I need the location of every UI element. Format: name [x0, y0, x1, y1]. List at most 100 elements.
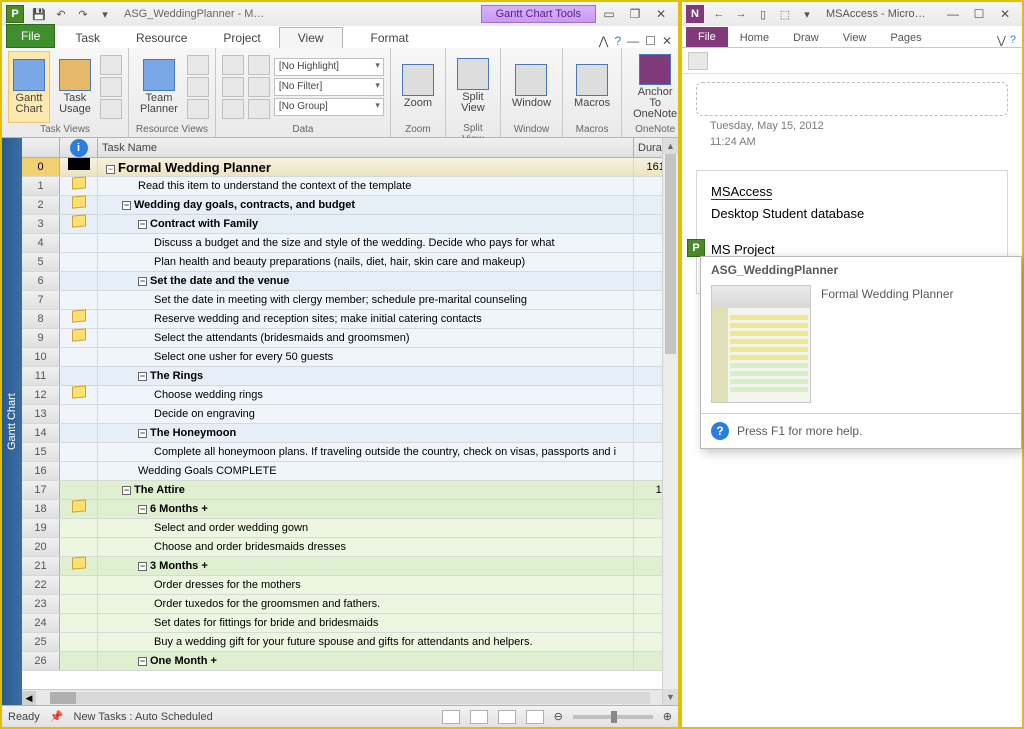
mdi-restore-icon[interactable]: ❐: [622, 5, 648, 23]
win-minimize-icon[interactable]: —: [627, 34, 639, 48]
on-ribbon-min-icon[interactable]: ⋁: [997, 34, 1006, 47]
table-row[interactable]: 23Order tuxedos for the groomsmen and fa…: [22, 595, 678, 614]
team-planner-button[interactable]: TeamPlanner: [135, 51, 183, 123]
win-close-icon[interactable]: ✕: [662, 34, 672, 48]
filter-icon[interactable]: [248, 77, 270, 97]
on-minimize-icon[interactable]: —: [940, 5, 966, 23]
vscroll-down-icon[interactable]: ▼: [663, 689, 678, 705]
table-row[interactable]: 19Select and order wedding gown: [22, 519, 678, 538]
table-row[interactable]: 3−Contract with Family2: [22, 215, 678, 234]
mdi-minimize-icon[interactable]: ▭: [596, 5, 622, 23]
row-number[interactable]: 17: [22, 481, 60, 499]
row-number[interactable]: 1: [22, 177, 60, 195]
on-forward-icon[interactable]: →: [731, 5, 751, 23]
outline-toggle-icon[interactable]: −: [138, 220, 147, 229]
row-number[interactable]: 9: [22, 329, 60, 347]
qat-save-icon[interactable]: 💾: [29, 5, 49, 23]
task-cell[interactable]: Reserve wedding and reception sites; mak…: [98, 310, 634, 328]
task-cell[interactable]: −The Honeymoon: [98, 424, 634, 442]
outline-toggle-icon[interactable]: −: [106, 165, 115, 174]
table-row[interactable]: 5Plan health and beauty preparations (na…: [22, 253, 678, 272]
resource-tab[interactable]: Resource: [118, 28, 205, 48]
table-row[interactable]: 11−The Rings2: [22, 367, 678, 386]
outline-toggle-icon[interactable]: −: [138, 562, 147, 571]
table-row[interactable]: 10 Select one usher for every 50 guests: [22, 348, 678, 367]
table-row[interactable]: 16Wedding Goals COMPLETE: [22, 462, 678, 481]
outline-toggle-icon[interactable]: −: [138, 429, 147, 438]
row-number[interactable]: 25: [22, 633, 60, 651]
table-row[interactable]: 22Order dresses for the mothers: [22, 576, 678, 595]
col-rownum[interactable]: [22, 138, 60, 157]
col-task-name[interactable]: Task Name: [98, 138, 634, 157]
row-number[interactable]: 15: [22, 443, 60, 461]
statusbar-view-1[interactable]: [442, 710, 460, 724]
help-icon[interactable]: ?: [614, 34, 621, 48]
row-number[interactable]: 11: [22, 367, 60, 385]
table-row[interactable]: 9 Select the attendants (bridesmaids and …: [22, 329, 678, 348]
split-view-button[interactable]: SplitView: [452, 50, 494, 122]
task-tab[interactable]: Task: [57, 28, 118, 48]
note-line-1[interactable]: MSAccess: [711, 184, 772, 200]
row-number[interactable]: 0: [22, 158, 60, 176]
ribbon-minimize-icon[interactable]: ⋀: [599, 34, 609, 48]
on-help-icon[interactable]: ?: [1010, 34, 1016, 47]
qat-customize-icon[interactable]: ▾: [95, 5, 115, 23]
table-row[interactable]: 26−One Month +: [22, 652, 678, 671]
row-number[interactable]: 26: [22, 652, 60, 670]
task-cell[interactable]: Plan health and beauty preparations (nai…: [98, 253, 634, 271]
on-maximize-icon[interactable]: ☐: [966, 5, 992, 23]
resview-small-2[interactable]: [187, 77, 209, 97]
project-tab[interactable]: Project: [205, 28, 278, 48]
task-cell[interactable]: −3 Months +: [98, 557, 634, 575]
vertical-scrollbar[interactable]: ▲ ▼: [662, 138, 678, 705]
task-cell[interactable]: Select and order wedding gown: [98, 519, 634, 537]
table-row[interactable]: 15Complete all honeymoon plans. If trave…: [22, 443, 678, 462]
on-dock-icon[interactable]: ▯: [753, 5, 773, 23]
task-cell[interactable]: −Wedding day goals, contracts, and budge…: [98, 196, 634, 214]
task-cell[interactable]: Read this item to understand the context…: [98, 177, 634, 195]
table-row[interactable]: 20Choose and order bridesmaids dresses: [22, 538, 678, 557]
task-cell[interactable]: Set the date in meeting with clergy memb…: [98, 291, 634, 309]
on-draw-tab[interactable]: Draw: [781, 29, 831, 47]
table-row[interactable]: 2−Wedding day goals, contracts, and budg…: [22, 196, 678, 215]
row-number[interactable]: 21: [22, 557, 60, 575]
linked-note-icon[interactable]: [688, 52, 708, 70]
task-cell[interactable]: Wedding Goals COMPLETE: [98, 462, 634, 480]
status-newtasks-icon[interactable]: 📌: [50, 710, 64, 723]
table-row[interactable]: 18−6 Months +: [22, 500, 678, 519]
group-combo[interactable]: [No Group]: [274, 98, 384, 116]
note-line-3[interactable]: MS Project: [711, 242, 775, 257]
outline-toggle-icon[interactable]: −: [138, 657, 147, 666]
on-customize-icon[interactable]: ▾: [797, 5, 817, 23]
mdi-close-icon[interactable]: ✕: [648, 5, 674, 23]
zoom-out-icon[interactable]: ⊖: [554, 710, 563, 723]
table-row[interactable]: 12Choose wedding rings: [22, 386, 678, 405]
table-row[interactable]: 14−The Honeymoon: [22, 424, 678, 443]
row-number[interactable]: 24: [22, 614, 60, 632]
outline-toggle-icon[interactable]: −: [122, 201, 131, 210]
format-tab[interactable]: Format: [353, 28, 427, 48]
table-row[interactable]: 8Reserve wedding and reception sites; ma…: [22, 310, 678, 329]
statusbar-view-4[interactable]: [526, 710, 544, 724]
row-number[interactable]: 10: [22, 348, 60, 366]
on-file-tab[interactable]: File: [686, 27, 728, 47]
table-row[interactable]: 1 Read this item to understand the contex…: [22, 177, 678, 196]
vscroll-up-icon[interactable]: ▲: [663, 138, 678, 154]
resview-small-1[interactable]: [187, 55, 209, 75]
task-cell[interactable]: Select one usher for every 50 guests: [98, 348, 634, 366]
gantt-chart-button[interactable]: GanttChart: [8, 51, 50, 123]
table-row[interactable]: 4Discuss a budget and the size and style…: [22, 234, 678, 253]
tables-button[interactable]: [222, 99, 244, 119]
row-number[interactable]: 22: [22, 576, 60, 594]
row-number[interactable]: 4: [22, 234, 60, 252]
task-cell[interactable]: −The Rings: [98, 367, 634, 385]
task-cell[interactable]: Set dates for fittings for bride and bri…: [98, 614, 634, 632]
on-view-tab[interactable]: View: [831, 29, 879, 47]
page-title-box[interactable]: [696, 82, 1008, 116]
grid-rows[interactable]: 0−Formal Wedding Planner161 d1Read this …: [22, 158, 678, 689]
status-newtasks[interactable]: New Tasks : Auto Scheduled: [74, 711, 213, 723]
task-cell[interactable]: Select the attendants (bridesmaids and g…: [98, 329, 634, 347]
row-number[interactable]: 7: [22, 291, 60, 309]
on-back-icon[interactable]: ←: [709, 5, 729, 23]
table-row[interactable]: 17−The Attire103: [22, 481, 678, 500]
